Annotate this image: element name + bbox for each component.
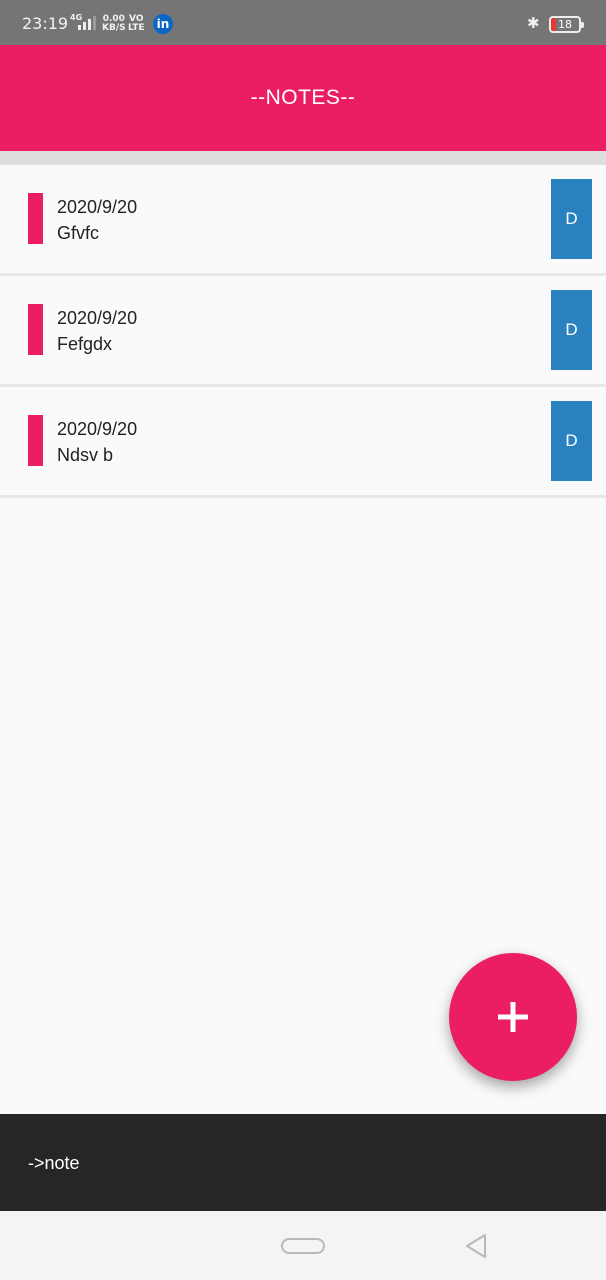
linkedin-icon: in [153,14,173,34]
note-item[interactable]: 2020/9/20 Fefgdx D [0,276,606,387]
add-note-button[interactable] [449,953,577,1081]
note-accent-bar [28,415,43,466]
volte-indicator: VO LTE [128,15,145,33]
bluetooth-icon: ✱ [527,14,540,32]
plus-icon [498,1002,528,1032]
volte-bottom: LTE [128,23,145,33]
note-item[interactable]: 2020/9/20 Gfvfc D [0,165,606,276]
list-top-divider [0,151,606,165]
app-title: --NOTES-- [250,86,356,109]
home-button[interactable] [281,1238,325,1254]
status-time: 23:19 [22,14,69,33]
note-accent-bar [28,304,43,355]
back-icon[interactable] [463,1232,489,1260]
signal-icon [76,15,96,30]
snackbar-text: ->note [28,1153,80,1173]
network-speed-unit: KB/S [102,23,126,33]
network-speed: 0.00 KB/S [102,15,126,33]
note-date: 2020/9/20 [57,197,138,217]
app-bar: --NOTES-- [0,45,606,151]
note-date: 2020/9/20 [57,419,138,439]
snackbar: ->note [0,1114,606,1211]
note-title: Gfvfc [57,223,100,243]
delete-note-button[interactable]: D [551,401,592,481]
delete-note-button[interactable]: D [551,290,592,370]
battery-icon: 18 [549,16,584,33]
note-item[interactable]: 2020/9/20 Ndsv b D [0,387,606,498]
note-title: Ndsv b [57,445,114,465]
notes-list: 2020/9/20 Gfvfc D 2020/9/20 Fefgdx D 202… [0,165,606,498]
status-bar: 23:19 4G 0.00 KB/S VO LTE in ✱ 18 [0,0,606,45]
note-date: 2020/9/20 [57,308,138,328]
delete-note-button[interactable]: D [551,179,592,259]
note-title: Fefgdx [57,334,113,354]
system-nav-bar [0,1211,606,1280]
note-accent-bar [28,193,43,244]
